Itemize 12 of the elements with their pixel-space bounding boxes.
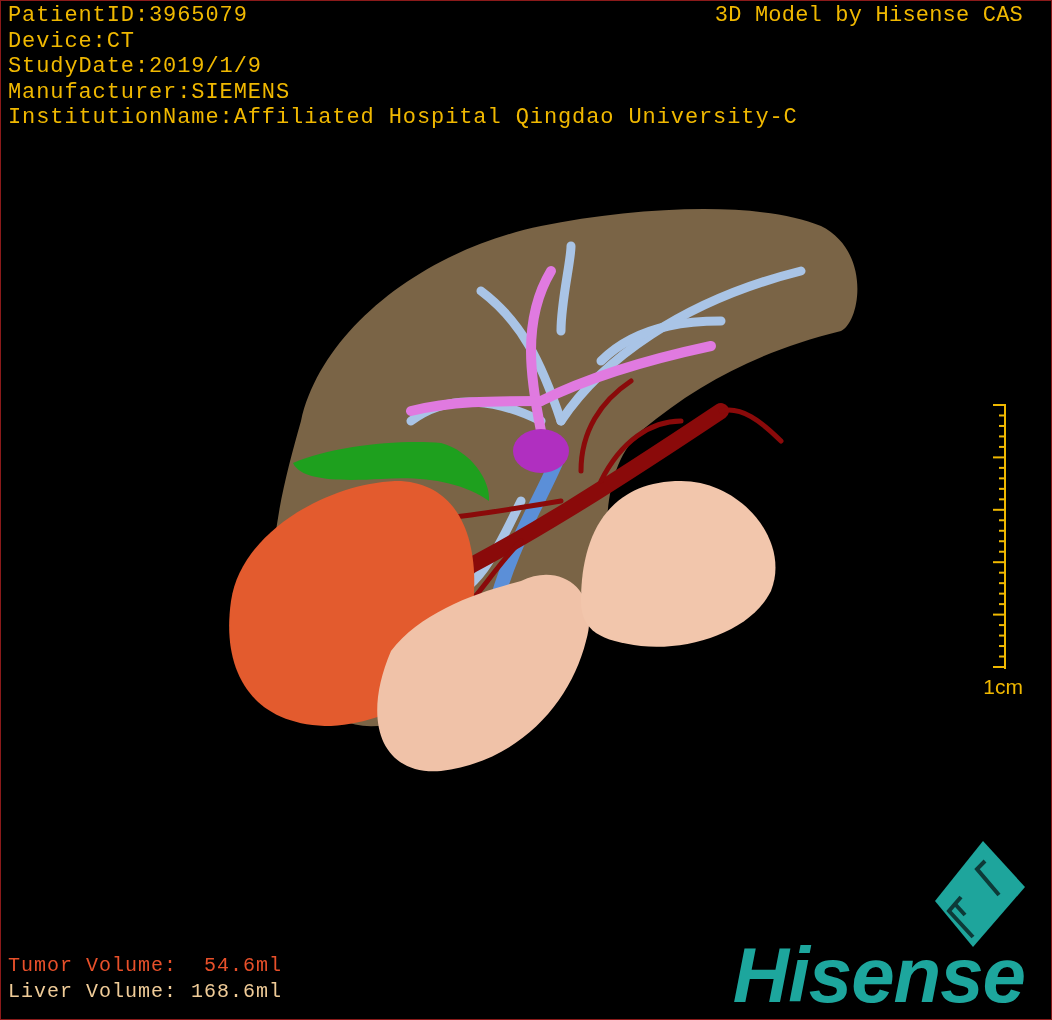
- volume-label: Tumor Volume:: [8, 953, 178, 979]
- patient-info-line: StudyDate:2019/1/9: [8, 54, 262, 80]
- viewer-title: 3D Model by Hisense CAS: [714, 3, 1023, 29]
- volume-value: 168.6ml: [191, 979, 283, 1005]
- scale-label: 1cm: [983, 675, 1023, 699]
- brand-logo: Hisense: [732, 935, 1025, 1015]
- patient-info-line: Device:CT: [8, 28, 135, 54]
- patient-info-line: Manufacturer:SIEMENS: [8, 79, 291, 105]
- patient-info-line: InstitutionName:Affiliated Hospital Qingdao University-C: [8, 105, 798, 131]
- volume-value: 54.6ml: [203, 953, 283, 979]
- volume-label: Liver Volume:: [8, 979, 178, 1005]
- patient-info-line: PatientID:3965079: [8, 3, 248, 29]
